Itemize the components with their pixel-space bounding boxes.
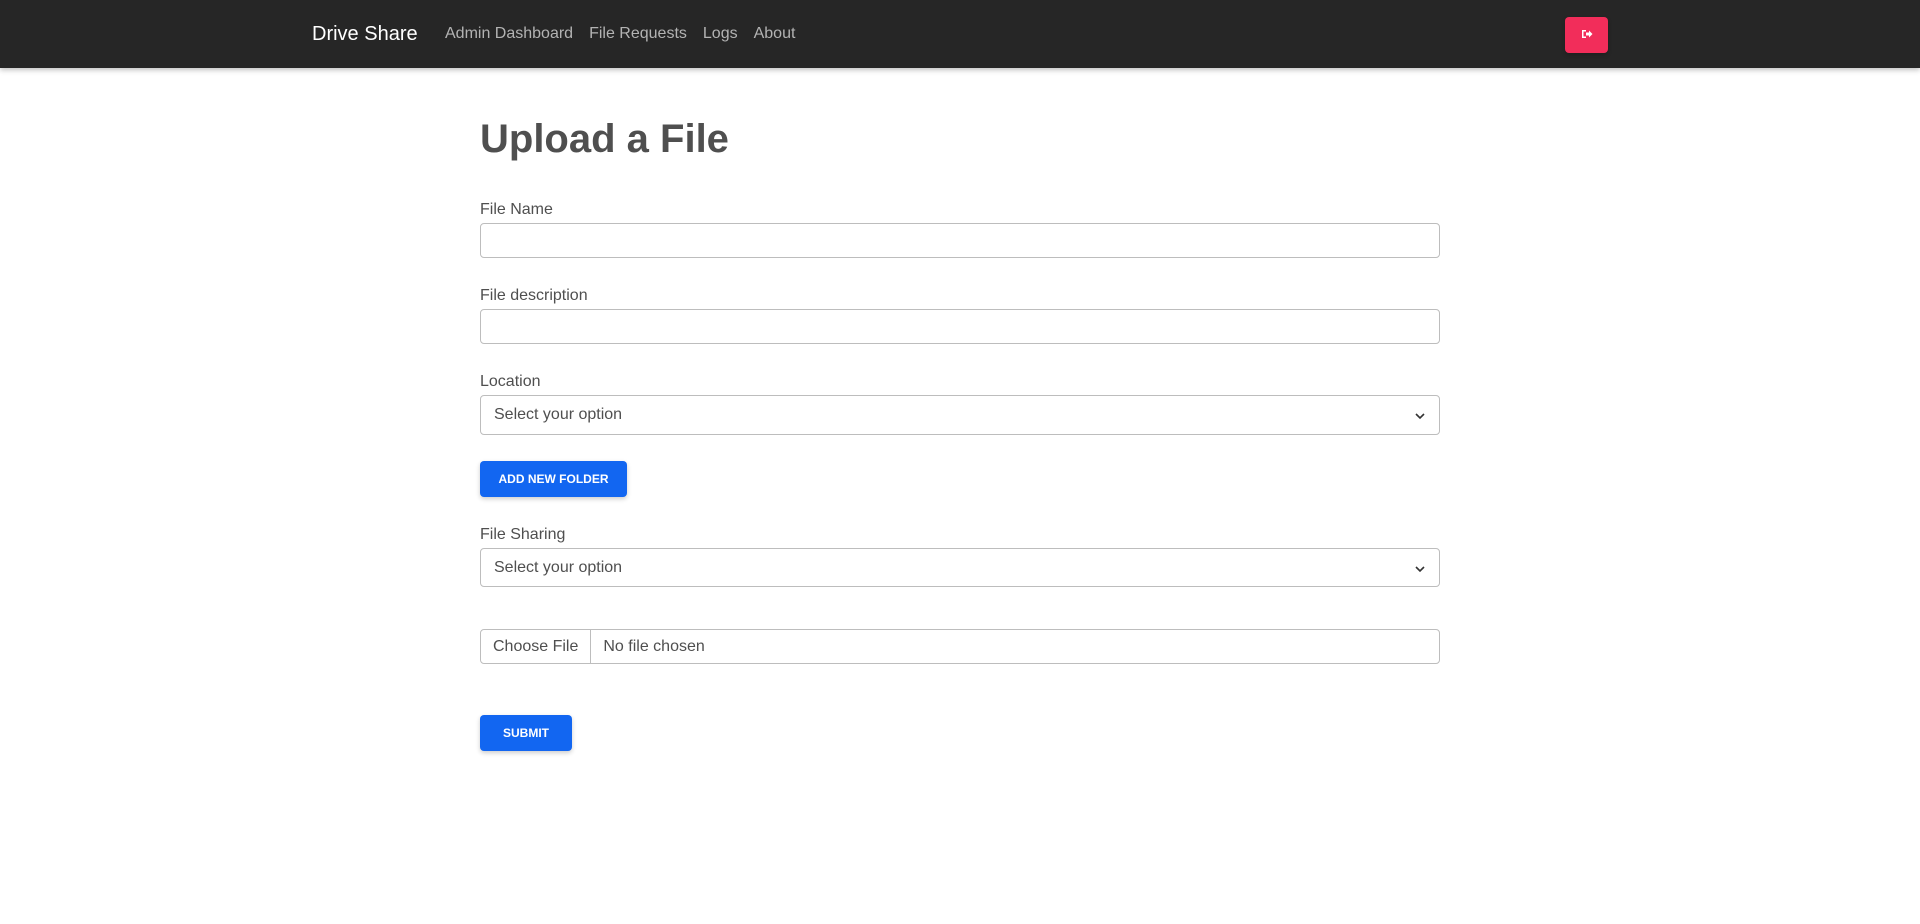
chevron-down-icon: [1413, 409, 1427, 428]
file-description-input[interactable]: [480, 309, 1440, 344]
nav-link-admin-dashboard[interactable]: Admin Dashboard: [445, 24, 573, 44]
file-status-text: No file chosen: [603, 637, 705, 655]
choose-file-button[interactable]: Choose File: [481, 630, 592, 663]
file-description-label: File description: [480, 287, 588, 304]
page-title: Upload a File: [480, 117, 729, 161]
location-select[interactable]: Select your option: [480, 395, 1440, 435]
nav-link-file-requests[interactable]: File Requests: [589, 24, 687, 44]
brand-logo[interactable]: Drive Share: [312, 22, 418, 46]
nav-links: Admin Dashboard File Requests Logs About: [445, 24, 795, 44]
file-sharing-select[interactable]: Select your option: [480, 548, 1440, 587]
top-navbar: Drive Share Admin Dashboard File Request…: [0, 0, 1920, 68]
submit-button[interactable]: SUBMIT: [480, 715, 572, 751]
file-name-input[interactable]: [480, 223, 1440, 258]
location-label: Location: [480, 373, 541, 390]
sign-out-icon: [1581, 28, 1593, 43]
logout-button[interactable]: [1565, 17, 1608, 53]
file-sharing-label: File Sharing: [480, 526, 566, 543]
add-new-folder-button[interactable]: ADD NEW FOLDER: [480, 461, 627, 497]
file-sharing-selected-value: Select your option: [494, 558, 623, 576]
nav-link-logs[interactable]: Logs: [703, 24, 738, 44]
location-selected-value: Select your option: [494, 406, 623, 423]
nav-link-about[interactable]: About: [754, 24, 796, 44]
file-upload-input[interactable]: Choose File No file chosen: [480, 629, 1440, 664]
chevron-down-icon: [1413, 562, 1427, 581]
file-name-label: File Name: [480, 201, 553, 218]
